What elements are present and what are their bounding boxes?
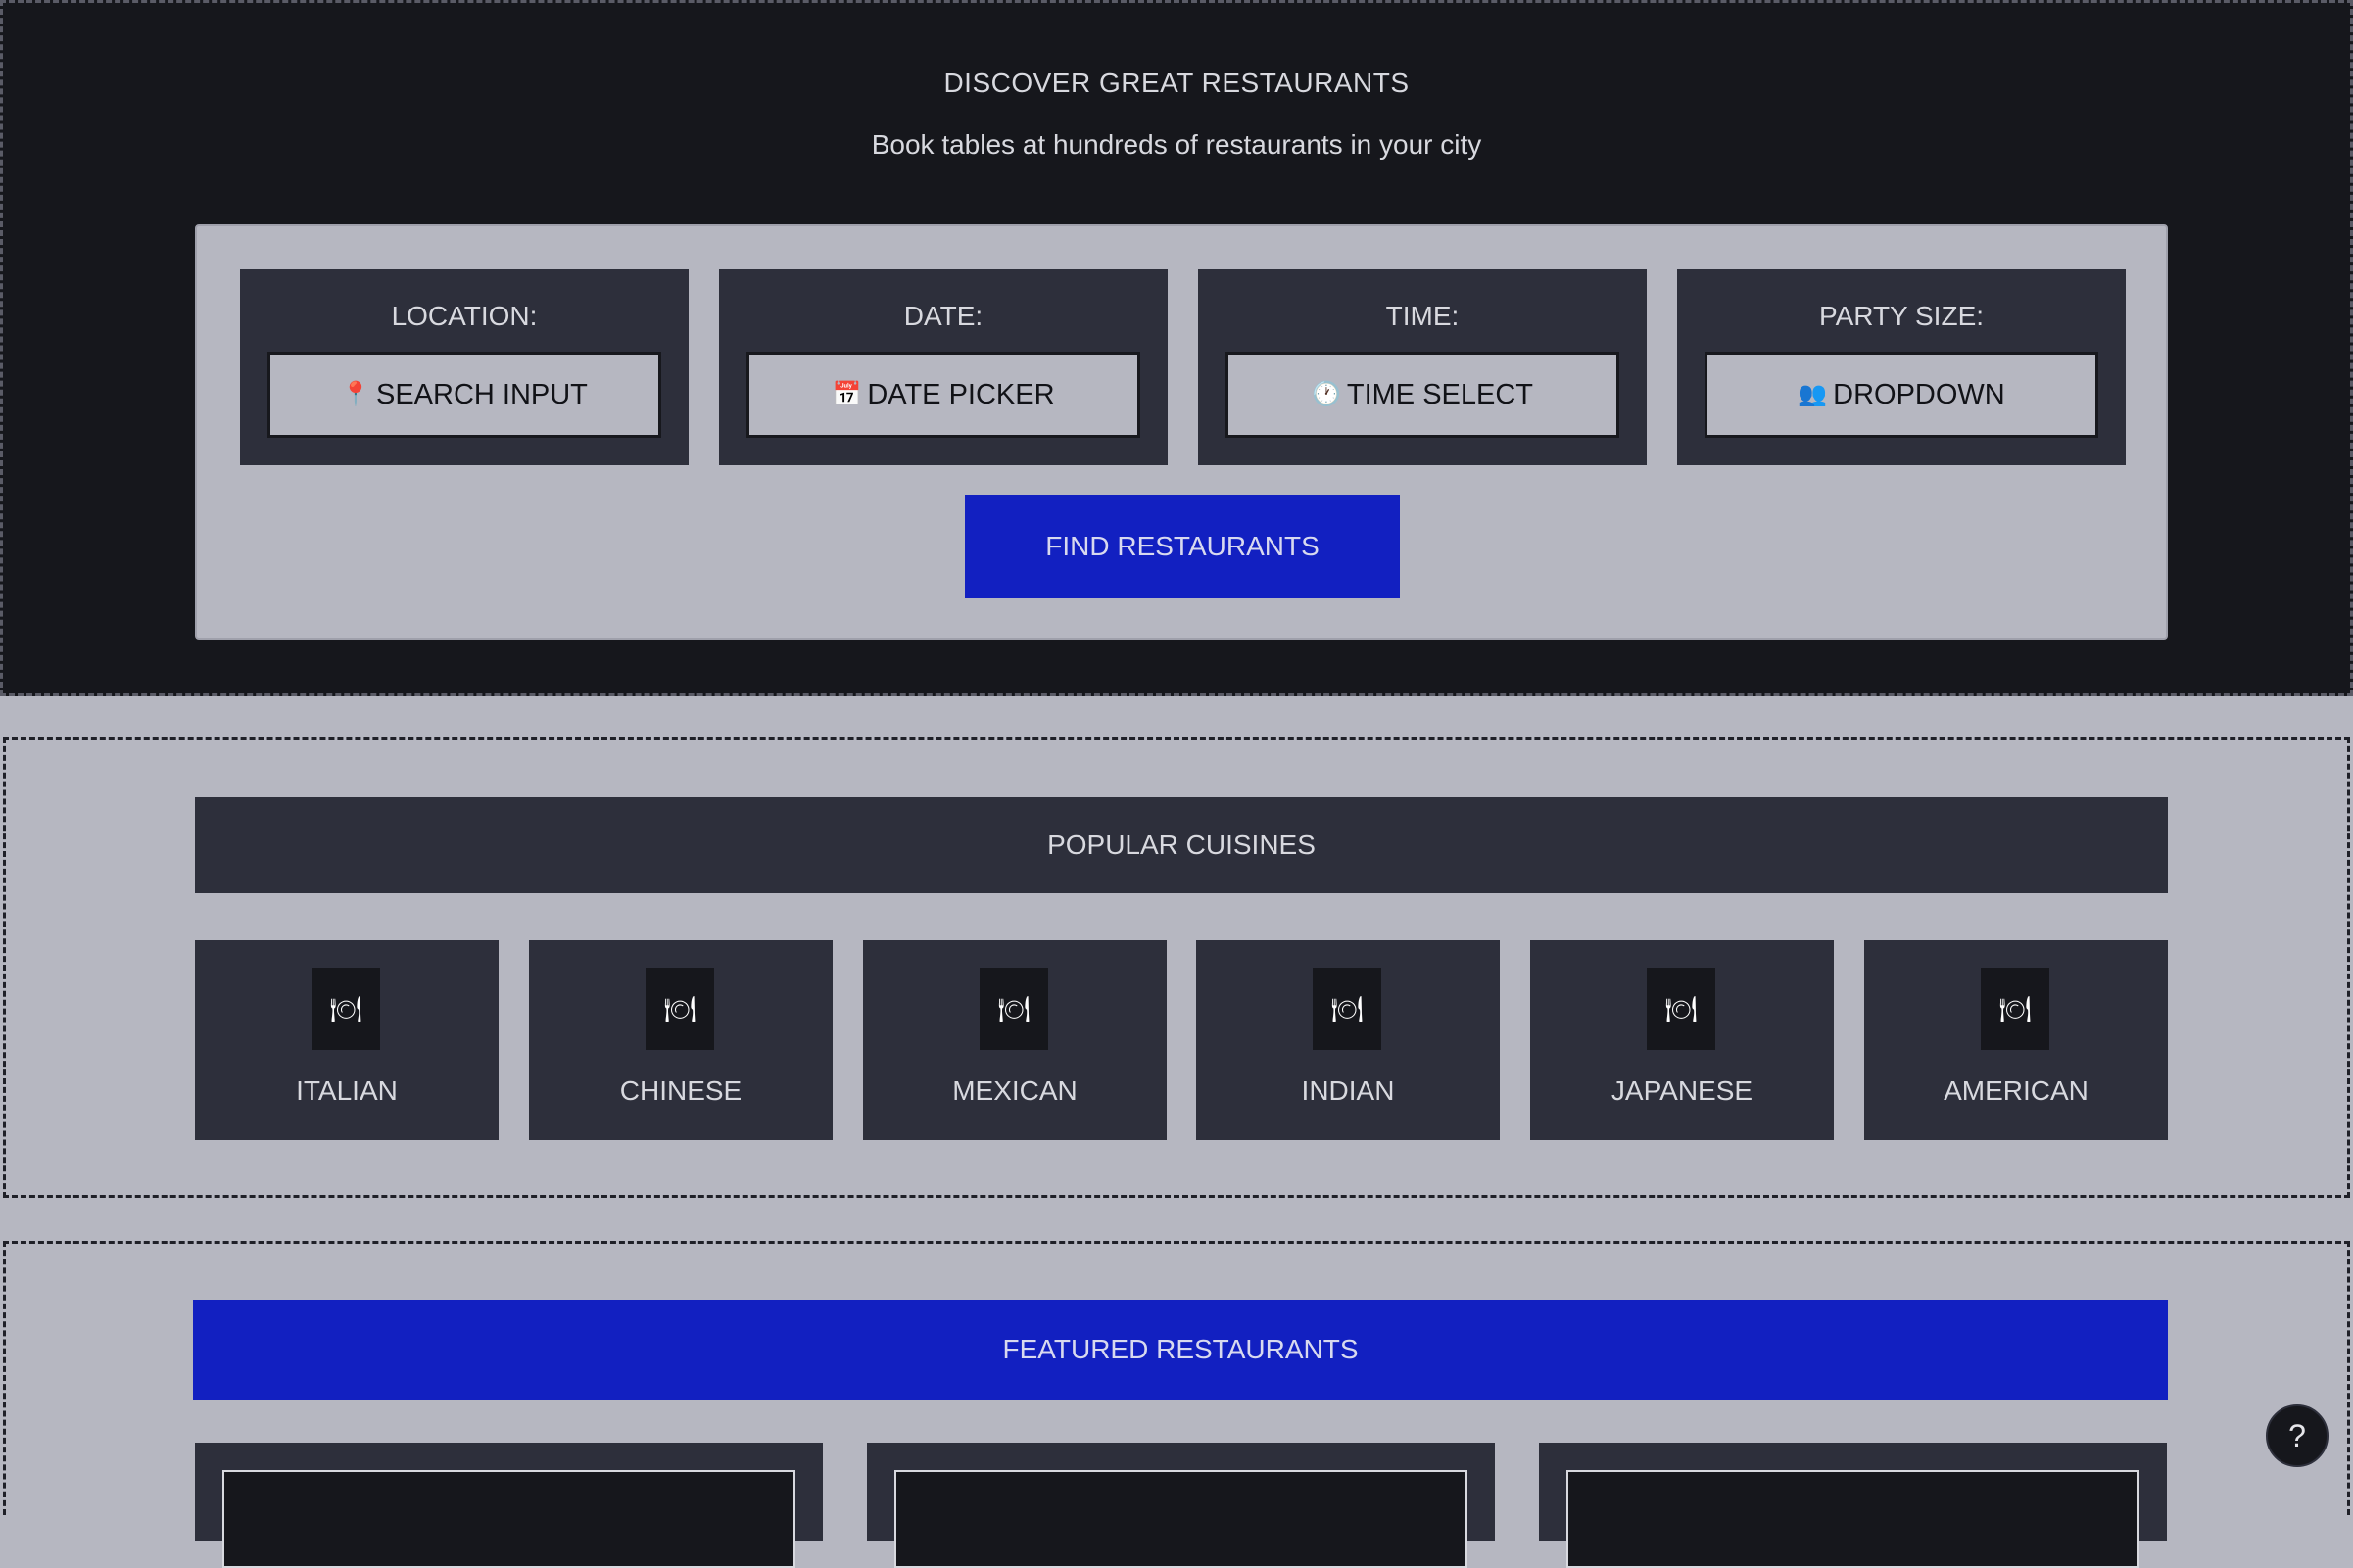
hero-title: DISCOVER GREAT RESTAURANTS bbox=[943, 68, 1410, 98]
date-label: DATE: bbox=[903, 301, 984, 331]
restaurant-card[interactable] bbox=[195, 1443, 823, 1568]
help-button[interactable]: ? bbox=[2266, 1404, 2329, 1467]
clock-icon: 🕐 bbox=[1311, 381, 1341, 407]
party-size-label: PARTY SIZE: bbox=[1818, 301, 1985, 331]
cuisine-card-italian[interactable]: 🍽 ITALIAN bbox=[195, 940, 499, 1140]
cuisine-card-american[interactable]: 🍽 AMERICAN bbox=[1864, 940, 2168, 1140]
popular-cuisines-heading: POPULAR CUISINES bbox=[195, 797, 2168, 893]
restaurant-image bbox=[1566, 1470, 2139, 1568]
party-size-dropdown[interactable]: 👥 DROPDOWN bbox=[1705, 352, 2098, 438]
featured-restaurants-section: FEATURED RESTAURANTS bbox=[3, 1241, 2350, 1568]
cuisine-card-chinese[interactable]: 🍽 CHINESE bbox=[529, 940, 833, 1140]
time-label: TIME: bbox=[1385, 301, 1460, 331]
time-select[interactable]: 🕐 TIME SELECT bbox=[1225, 352, 1619, 438]
cuisine-card-indian[interactable]: 🍽 INDIAN bbox=[1196, 940, 1500, 1140]
cuisine-name: INDIAN bbox=[1301, 1075, 1395, 1106]
cuisine-name: ITALIAN bbox=[296, 1075, 398, 1106]
cuisine-card-mexican[interactable]: 🍽 MEXICAN bbox=[863, 940, 1167, 1140]
hero-subtitle: Book tables at hundreds of restaurants i… bbox=[871, 129, 1482, 160]
restaurant-image bbox=[894, 1470, 1467, 1568]
popular-cuisines-section: POPULAR CUISINES 🍽 ITALIAN 🍽 CHINESE 🍽 M… bbox=[3, 737, 2350, 1198]
location-search-input[interactable]: 📍 SEARCH INPUT bbox=[267, 352, 661, 438]
question-mark-icon: ? bbox=[2288, 1417, 2306, 1453]
time-select-text: TIME SELECT bbox=[1346, 378, 1534, 410]
hero-section: DISCOVER GREAT RESTAURANTS Book tables a… bbox=[0, 0, 2353, 696]
calendar-icon: 📅 bbox=[832, 381, 862, 407]
party-size-dropdown-text: DROPDOWN bbox=[1833, 378, 2005, 410]
restaurant-image bbox=[222, 1470, 795, 1568]
plate-icon: 🍽 bbox=[1647, 968, 1715, 1050]
plate-icon: 🍽 bbox=[646, 968, 714, 1050]
pin-icon: 📍 bbox=[341, 381, 370, 407]
restaurant-card[interactable] bbox=[1539, 1443, 2167, 1568]
cuisine-name: MEXICAN bbox=[952, 1075, 1078, 1106]
plate-icon: 🍽 bbox=[312, 968, 380, 1050]
location-input-text: SEARCH INPUT bbox=[375, 378, 588, 410]
cuisine-name: JAPANESE bbox=[1610, 1075, 1753, 1106]
cuisine-name: CHINESE bbox=[619, 1075, 743, 1106]
cuisine-card-japanese[interactable]: 🍽 JAPANESE bbox=[1530, 940, 1834, 1140]
date-picker-text: DATE PICKER bbox=[867, 378, 1055, 410]
party-size-field-card: PARTY SIZE: 👥 DROPDOWN bbox=[1677, 269, 2126, 465]
plate-icon: 🍽 bbox=[1313, 968, 1381, 1050]
featured-restaurants-heading: FEATURED RESTAURANTS bbox=[193, 1300, 2168, 1400]
cuisine-name: AMERICAN bbox=[1944, 1075, 2089, 1106]
plate-icon: 🍽 bbox=[980, 968, 1048, 1050]
find-restaurants-button[interactable]: FIND RESTAURANTS bbox=[965, 495, 1400, 598]
time-field-card: TIME: 🕐 TIME SELECT bbox=[1198, 269, 1647, 465]
restaurant-card[interactable] bbox=[867, 1443, 1495, 1568]
location-label: LOCATION: bbox=[391, 301, 538, 331]
plate-icon: 🍽 bbox=[1981, 968, 2049, 1050]
location-field-card: LOCATION: 📍 SEARCH INPUT bbox=[240, 269, 689, 465]
date-field-card: DATE: 📅 DATE PICKER bbox=[719, 269, 1168, 465]
date-picker[interactable]: 📅 DATE PICKER bbox=[746, 352, 1140, 438]
people-icon: 👥 bbox=[1798, 381, 1828, 407]
search-panel: LOCATION: 📍 SEARCH INPUT DATE: 📅 DATE PI… bbox=[195, 224, 2168, 640]
